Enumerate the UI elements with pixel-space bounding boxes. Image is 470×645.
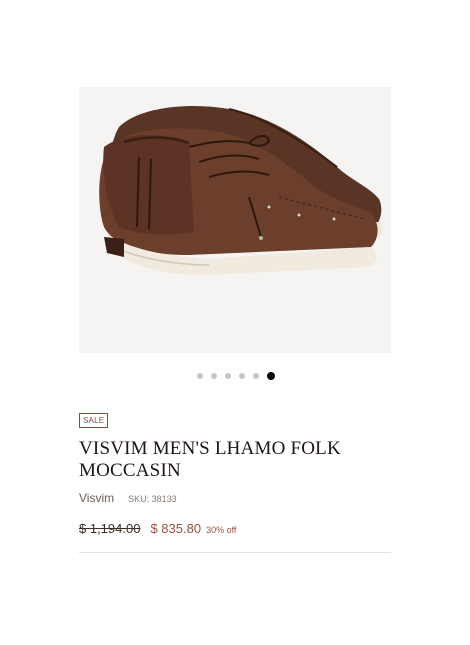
carousel-dot-1[interactable] <box>196 373 203 379</box>
sku-label: SKU: 38133 <box>128 494 177 504</box>
carousel-dot-6-active[interactable] <box>266 372 275 380</box>
sale-badge: SALE <box>79 413 109 428</box>
discount-label: 30% off <box>206 525 237 535</box>
carousel-dot-4[interactable] <box>238 373 245 379</box>
price-block: $ 1,194.00 $ 835.80 30% off <box>79 521 391 536</box>
moccasin-shoes-illustration <box>79 87 391 353</box>
sale-price: $ 835.80 <box>150 521 202 536</box>
product-meta: Visvim SKU: 38133 <box>79 491 391 505</box>
original-price: $ 1,194.00 <box>79 521 141 536</box>
product-image[interactable] <box>79 87 391 353</box>
product-info: SALE VISVIM MEN'S LHAMO FOLK MOCCASIN Vi… <box>79 410 391 536</box>
image-carousel-dots <box>0 371 470 381</box>
carousel-dot-3[interactable] <box>224 373 231 379</box>
brand-link[interactable]: Visvim <box>79 491 114 505</box>
carousel-dot-5[interactable] <box>252 373 259 379</box>
carousel-dot-2[interactable] <box>210 373 217 379</box>
product-title: VISVIM MEN'S LHAMO FOLK MOCCASIN <box>79 438 341 481</box>
section-divider <box>79 552 391 553</box>
